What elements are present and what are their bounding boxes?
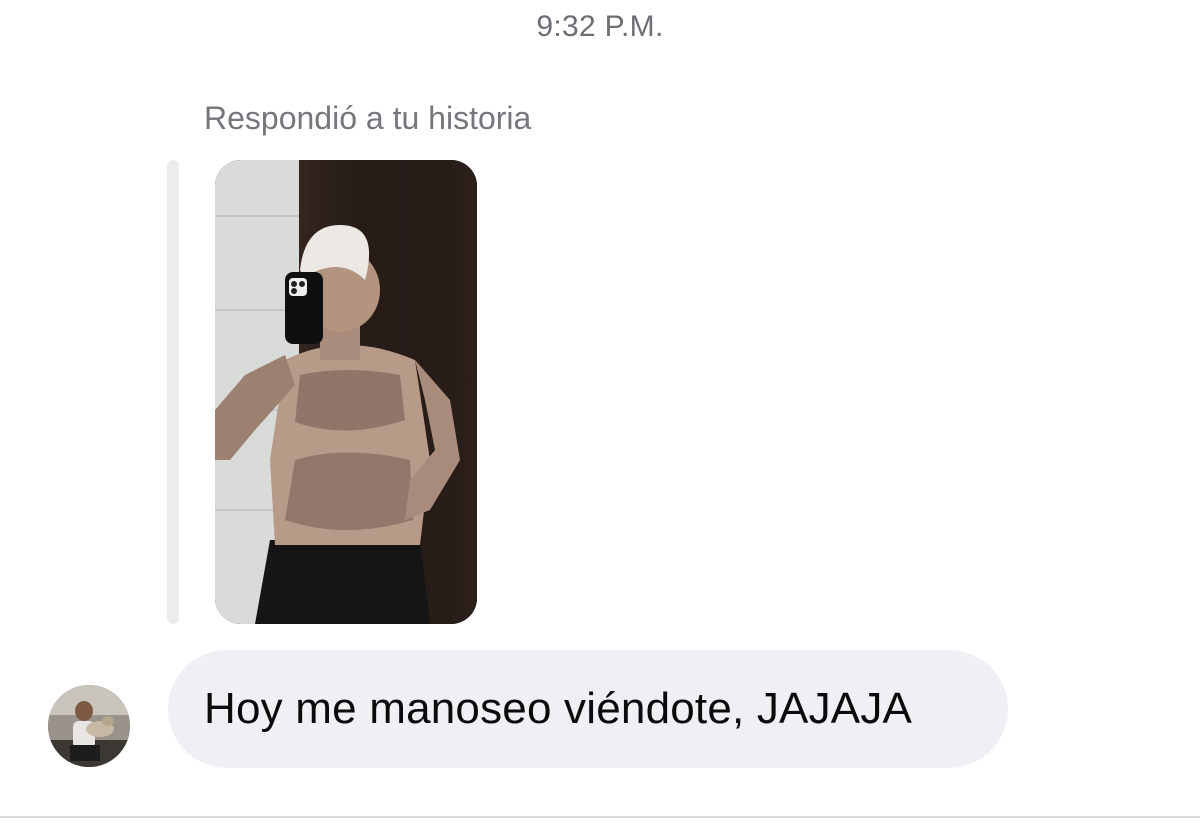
reply-indicator-bar: [167, 160, 179, 624]
sender-avatar[interactable]: [48, 685, 130, 767]
divider: [0, 816, 1200, 818]
message-text: Hoy me manoseo viéndote, JAJAJA: [204, 684, 913, 733]
user-avatar-icon: [48, 685, 130, 767]
story-reply-label: Respondió a tu historia: [204, 100, 532, 136]
message-timestamp: 9:32 P.M.: [536, 10, 664, 43]
chat-thread: 9:32 P.M. Respondió a tu historia Hoy me…: [0, 0, 1200, 826]
story-photo-icon: [215, 160, 477, 624]
message-bubble[interactable]: Hoy me manoseo viéndote, JAJAJA: [168, 650, 1008, 768]
story-thumbnail[interactable]: [215, 160, 477, 624]
